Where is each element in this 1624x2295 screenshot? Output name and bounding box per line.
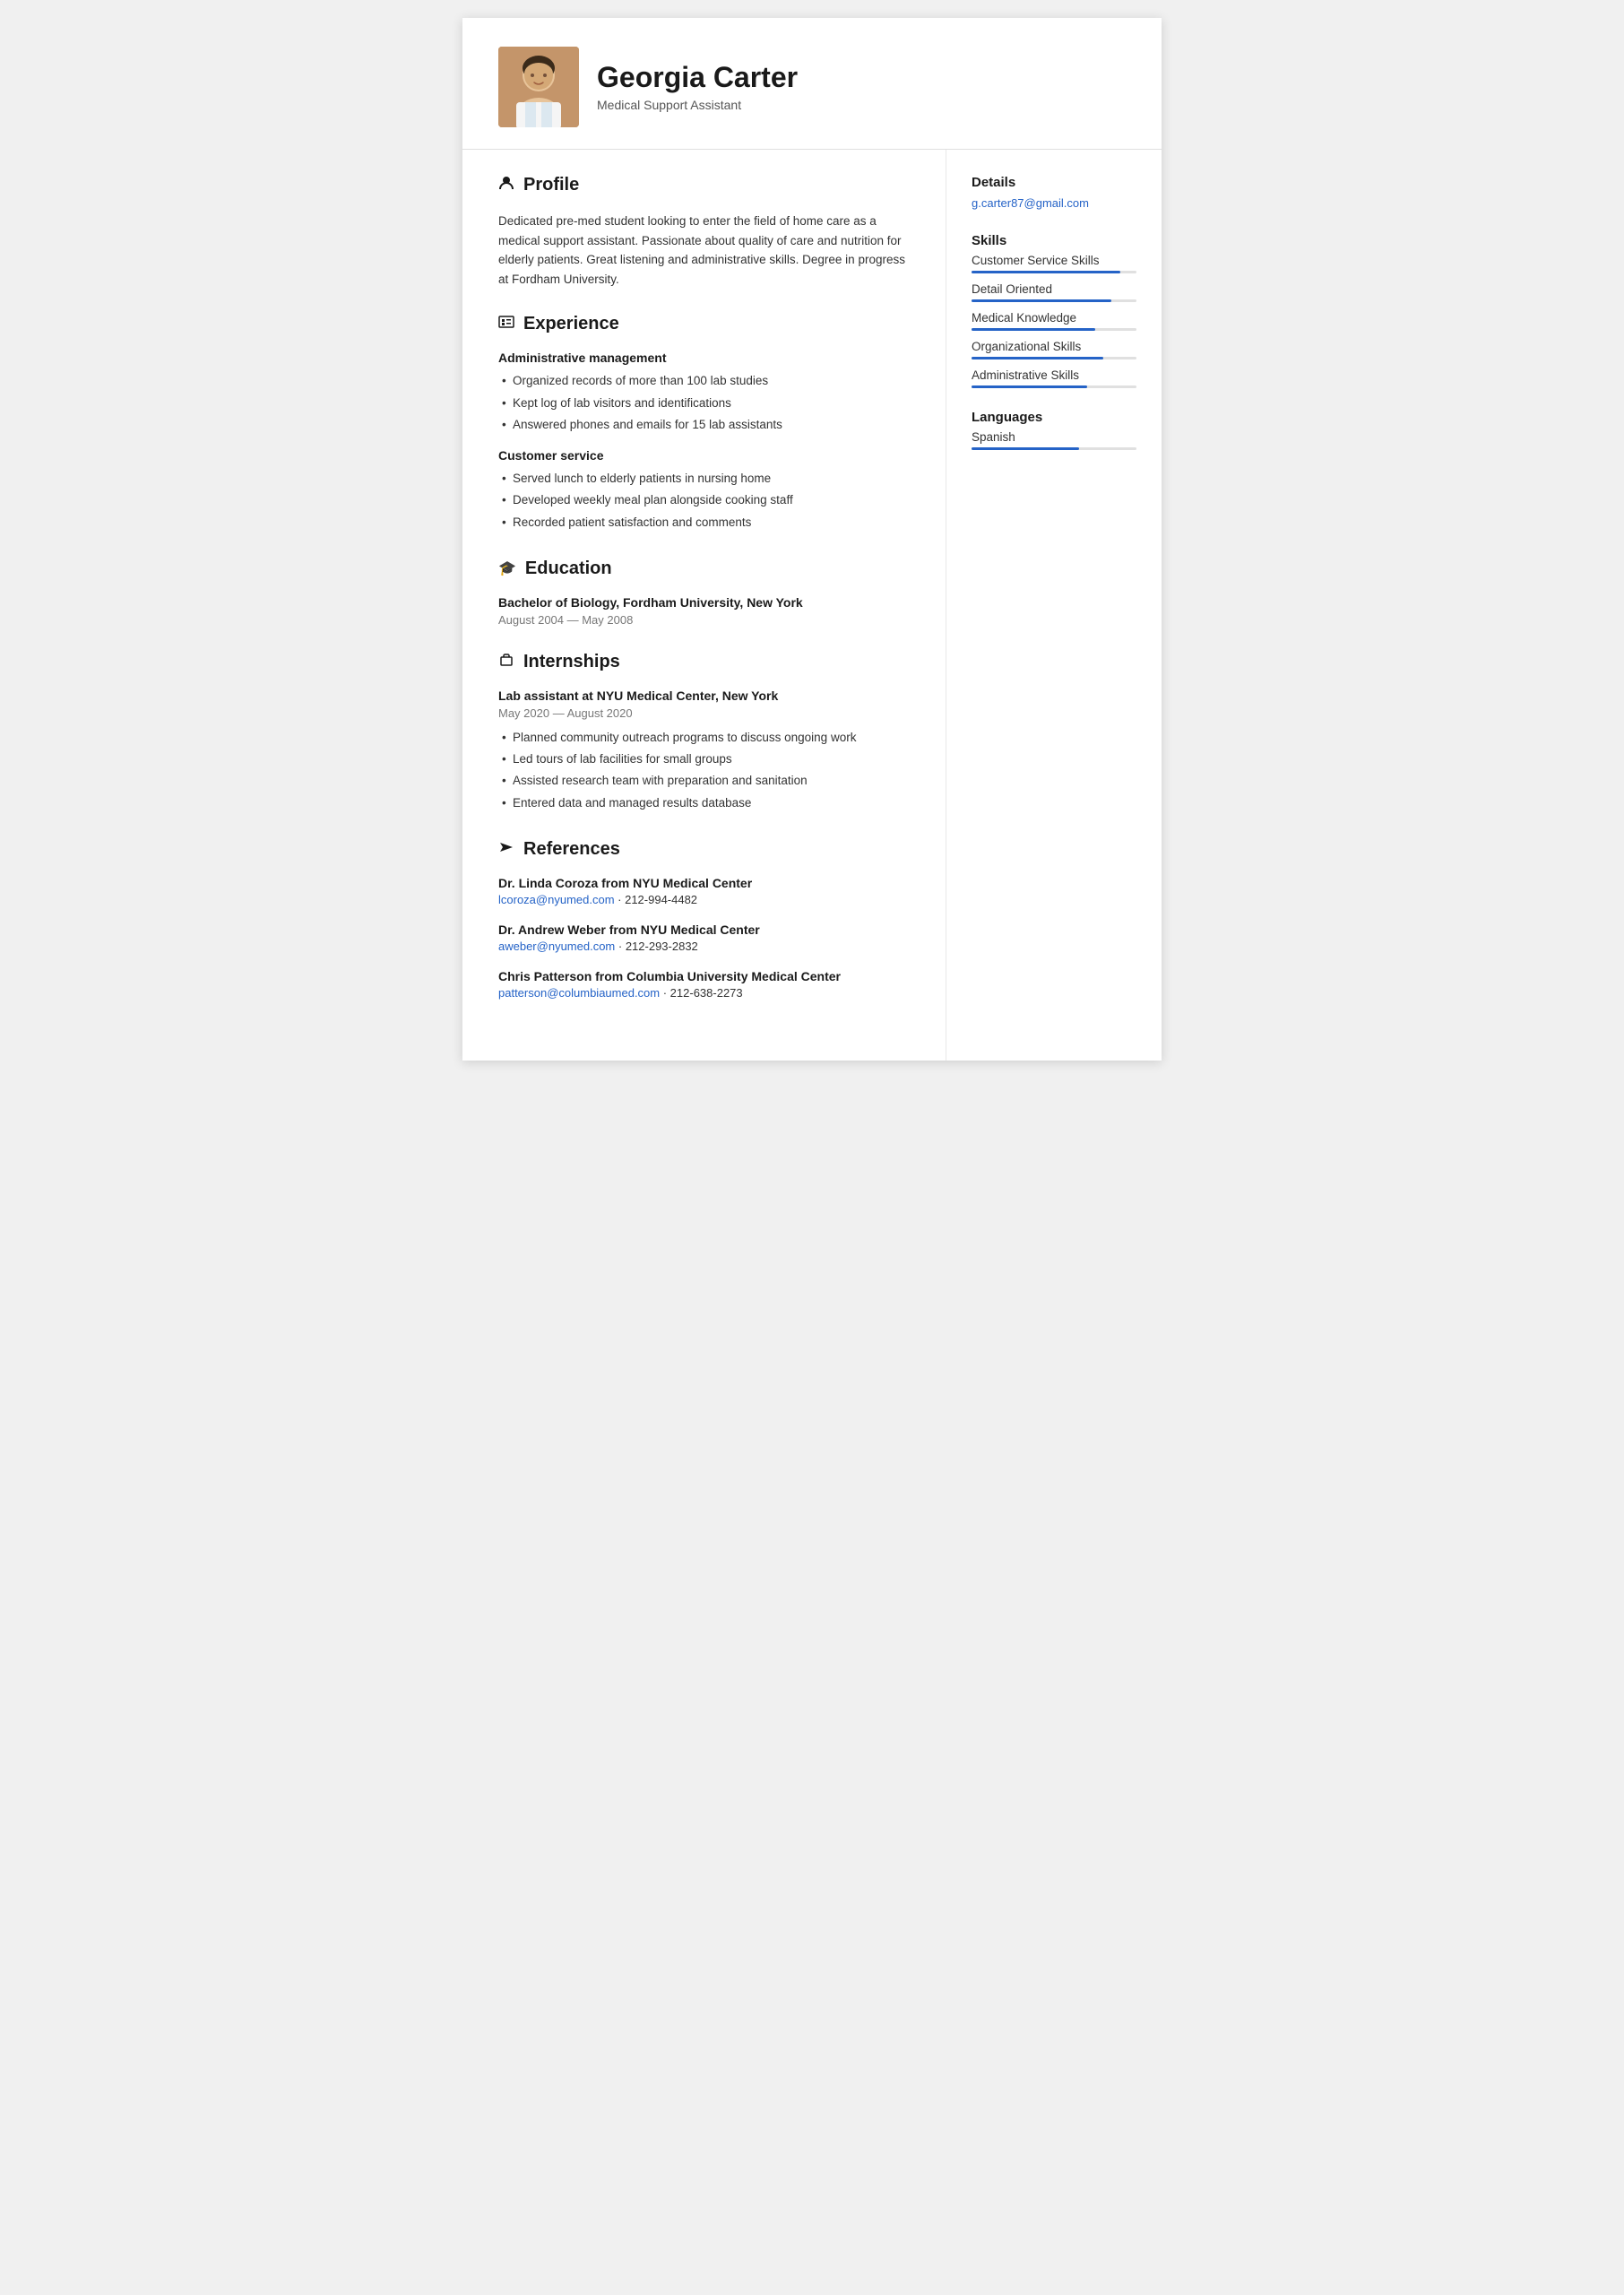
list-item: Answered phones and emails for 15 lab as… — [498, 414, 913, 436]
list-item: Entered data and managed results databas… — [498, 792, 913, 814]
skill-name: Detail Oriented — [972, 282, 1136, 296]
skill-bar-bg — [972, 357, 1136, 359]
education-section-title: 🎓 Education — [498, 559, 913, 585]
skill-item: Organizational Skills — [972, 340, 1136, 359]
skill-item: Medical Knowledge — [972, 311, 1136, 331]
ref-email-link[interactable]: patterson@columbiaumed.com — [498, 986, 660, 1000]
references-section: References Dr. Linda Coroza from NYU Med… — [498, 839, 913, 1000]
details-title: Details — [972, 175, 1136, 190]
list-item: Served lunch to elderly patients in nurs… — [498, 468, 913, 489]
header-section: Georgia Carter Medical Support Assistant — [462, 18, 1162, 150]
skill-bar-fill — [972, 328, 1095, 331]
references-section-title: References — [498, 839, 913, 865]
job-bullets: Served lunch to elderly patients in nurs… — [498, 468, 913, 533]
email-link[interactable]: g.carter87@gmail.com — [972, 196, 1089, 210]
details-section: Details g.carter87@gmail.com — [972, 175, 1136, 212]
language-name: Spanish — [972, 430, 1136, 444]
list-item: Assisted research team with preparation … — [498, 770, 913, 792]
experience-section-title: Experience — [498, 314, 913, 340]
skill-name: Administrative Skills — [972, 368, 1136, 382]
list-item: Developed weekly meal plan alongside coo… — [498, 489, 913, 511]
ref-name: Dr. Linda Coroza from NYU Medical Center — [498, 876, 913, 890]
resume-container: Georgia Carter Medical Support Assistant… — [462, 18, 1162, 1061]
languages-title: Languages — [972, 410, 1136, 425]
education-icon: 🎓 — [498, 559, 516, 577]
ref-contact: patterson@columbiaumed.com · 212-638-227… — [498, 986, 913, 1000]
list-item: Recorded patient satisfaction and commen… — [498, 512, 913, 533]
left-column: Profile Dedicated pre-med student lookin… — [462, 150, 946, 1061]
intern-title: Lab assistant at NYU Medical Center, New… — [498, 688, 913, 703]
right-column: Details g.carter87@gmail.com Skills Cust… — [946, 150, 1162, 1061]
languages-list: Spanish — [972, 430, 1136, 450]
skill-bar-fill — [972, 357, 1103, 359]
skill-name: Medical Knowledge — [972, 311, 1136, 325]
job-title: Customer service — [498, 448, 913, 463]
skill-item: Detail Oriented — [972, 282, 1136, 302]
list-item: Kept log of lab visitors and identificat… — [498, 393, 913, 414]
internships-section: Internships Lab assistant at NYU Medical… — [498, 652, 913, 814]
internships-icon — [498, 652, 514, 672]
profile-text: Dedicated pre-med student looking to ent… — [498, 212, 913, 289]
edu-degree: Bachelor of Biology, Fordham University,… — [498, 595, 913, 610]
ref-email-link[interactable]: aweber@nyumed.com — [498, 940, 615, 953]
skills-title: Skills — [972, 233, 1136, 248]
ref-name: Dr. Andrew Weber from NYU Medical Center — [498, 922, 913, 937]
reference-block: Chris Patterson from Columbia University… — [498, 969, 913, 1000]
education-section: 🎓 Education Bachelor of Biology, Fordham… — [498, 559, 913, 627]
ref-name: Chris Patterson from Columbia University… — [498, 969, 913, 983]
ref-contact: aweber@nyumed.com · 212-293-2832 — [498, 940, 913, 953]
list-item: Planned community outreach programs to d… — [498, 727, 913, 749]
list-item: Led tours of lab facilities for small gr… — [498, 749, 913, 770]
profile-section-title: Profile — [498, 175, 913, 201]
reference-block: Dr. Andrew Weber from NYU Medical Center… — [498, 922, 913, 953]
skill-name: Customer Service Skills — [972, 254, 1136, 267]
list-item: Organized records of more than 100 lab s… — [498, 370, 913, 392]
intern-bullets: Planned community outreach programs to d… — [498, 727, 913, 814]
job-title-header: Medical Support Assistant — [597, 98, 798, 112]
avatar — [498, 47, 579, 127]
experience-icon — [498, 314, 514, 334]
skill-item: Customer Service Skills — [972, 254, 1136, 273]
ref-contact: lcoroza@nyumed.com · 212-994-4482 — [498, 893, 913, 906]
skills-list: Customer Service Skills Detail Oriented Me… — [972, 254, 1136, 388]
ref-email-link[interactable]: lcoroza@nyumed.com — [498, 893, 615, 906]
main-content: Profile Dedicated pre-med student lookin… — [462, 150, 1162, 1061]
internships-section-title: Internships — [498, 652, 913, 678]
profile-icon — [498, 175, 514, 195]
profile-section: Profile Dedicated pre-med student lookin… — [498, 175, 913, 289]
language-item: Spanish — [972, 430, 1136, 450]
experience-jobs: Administrative management Organized recor… — [498, 351, 913, 533]
skill-bar-bg — [972, 299, 1136, 302]
skill-bar-bg — [972, 328, 1136, 331]
skills-section: Skills Customer Service Skills Detail Ori… — [972, 233, 1136, 388]
references-icon — [498, 839, 514, 860]
skill-bar-fill — [972, 385, 1087, 388]
language-bar-fill — [972, 447, 1079, 450]
skill-name: Organizational Skills — [972, 340, 1136, 353]
reference-block: Dr. Linda Coroza from NYU Medical Center… — [498, 876, 913, 906]
edu-dates: August 2004 — May 2008 — [498, 613, 913, 627]
experience-section: Experience Administrative management Orga… — [498, 314, 913, 533]
skill-bar-bg — [972, 271, 1136, 273]
references-list: Dr. Linda Coroza from NYU Medical Center… — [498, 876, 913, 1000]
skill-bar-bg — [972, 385, 1136, 388]
languages-section: Languages Spanish — [972, 410, 1136, 450]
skill-bar-fill — [972, 299, 1111, 302]
full-name: Georgia Carter — [597, 62, 798, 93]
job-bullets: Organized records of more than 100 lab s… — [498, 370, 913, 436]
language-bar-bg — [972, 447, 1136, 450]
intern-dates: May 2020 — August 2020 — [498, 706, 913, 720]
header-text: Georgia Carter Medical Support Assistant — [597, 62, 798, 111]
skill-item: Administrative Skills — [972, 368, 1136, 388]
skill-bar-fill — [972, 271, 1120, 273]
job-title: Administrative management — [498, 351, 913, 365]
